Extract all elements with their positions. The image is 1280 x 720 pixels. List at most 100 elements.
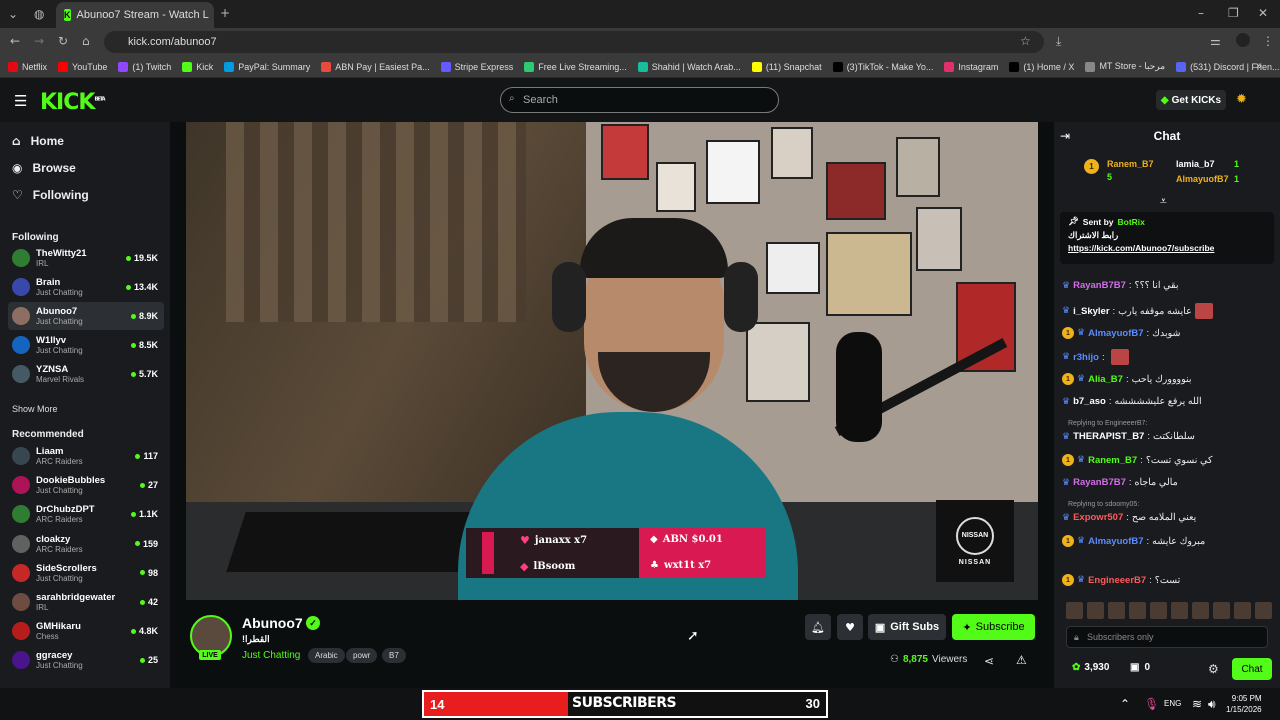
bookmark-item[interactable]: (1) Twitch [118,61,171,72]
reload-icon[interactable]: ↻ [58,34,68,48]
tag-chip[interactable]: powr [346,648,378,663]
download-icon[interactable]: ⤓ [1056,34,1061,49]
tray-arrow-icon[interactable]: ⌃ [1120,697,1130,711]
chat-username[interactable]: RayanB7B7 [1073,477,1126,488]
chat-message[interactable]: ♛ THERAPIST_B7: سلطانكتت [1062,431,1276,442]
leaderboard-name[interactable]: AlmayuofB7 [1176,174,1229,184]
bookmark-star-icon[interactable]: ☆ [1020,34,1031,48]
sidebar-channel[interactable]: SideScrollers Just Chatting 98 [8,559,164,587]
nav-following[interactable]: ♡ Following [12,188,89,202]
home-browser-icon[interactable]: ⌂ [82,34,90,48]
sidebar-channel[interactable]: YZNSA Marvel Rivals 5.7K [8,360,164,388]
chat-message[interactable]: 1 ♛ AlmayuofB7: شوبدك [1062,327,1276,339]
window-close-icon[interactable]: ✕ [1258,6,1268,20]
follow-heart-icon[interactable]: ♥ [837,614,863,640]
chat-message[interactable]: ♛ i_Skyler: عايشه موقفه يارب [1062,303,1276,319]
chat-username[interactable]: b7_aso [1073,396,1106,407]
bookmark-item[interactable]: Stripe Express [440,61,513,72]
pinned-link[interactable]: https://kick.com/Abunoo7/subscribe [1068,243,1266,253]
tag-chip[interactable]: Arabic [308,648,345,663]
search-input[interactable]: ⌕ Search [500,87,779,113]
chat-message[interactable]: ♛ Expowr507: يعني الملامه صح [1062,512,1276,523]
kicks-balance[interactable]: ✿ 3,930 [1072,662,1109,673]
chat-username[interactable]: THERAPIST_B7 [1073,431,1144,442]
chat-input[interactable]: 🔒︎ Subscribers only [1066,626,1268,648]
tag-chip[interactable]: B7 [382,648,406,663]
bookmark-item[interactable]: MT Store - مرحبا [1085,61,1165,72]
nav-browse[interactable]: ◉ Browse [12,161,76,175]
sidebar-channel[interactable]: ggracey Just Chatting 25 [8,646,164,674]
chat-message[interactable]: 1 ♛ EngineeerB7: تست؟ [1062,574,1276,586]
emote[interactable] [1066,602,1083,619]
clock[interactable]: 9:05 PM 1/15/2026 [1226,693,1262,715]
kick-logo[interactable]: KICKBETA [40,90,106,115]
bookmark-item[interactable]: ABN Pay | Easiest Pa... [321,61,430,72]
chat-username[interactable]: Ranem_B7 [1088,455,1137,466]
bookmark-item[interactable]: (1) Home / X [1009,61,1074,72]
get-kicks-button[interactable]: ◆ Get KICKs [1156,90,1226,110]
bookmarks-overflow-icon[interactable]: » [1256,60,1262,72]
globe-icon[interactable]: ◍ [34,7,44,21]
sidebar-channel[interactable]: Brain Just Chatting 13.4K [8,273,164,301]
chat-message[interactable]: ♛ RayanB7B7: بقي انا ؟؟؟ [1062,280,1276,291]
chat-message[interactable]: 1 ♛ Alia_B7: بنوووورك ياحب [1062,373,1276,385]
subscribe-button[interactable]: ✦ Subscribe [952,614,1035,640]
sidebar-channel[interactable]: DrChubzDPT ARC Raiders 1.1K [8,500,164,528]
gift-subs-button[interactable]: ▣ Gift Subs [868,614,946,640]
emote[interactable] [1192,602,1209,619]
video-player[interactable]: ♥ janaxx x7 ◆ lBsoom ◆ ABN $0.01 ♣ wxt1t x7 … [186,122,1038,600]
notification-bell-icon[interactable]: 🔔︎ [805,614,831,640]
settings-gear-icon[interactable]: ⚙ [1208,662,1219,676]
chat-username[interactable]: Expowr507 [1073,512,1123,523]
emote[interactable] [1194,303,1213,319]
emote[interactable] [1171,602,1188,619]
bookmark-item[interactable]: (531) Discord | Frien... [1176,61,1279,72]
sidebar-channel[interactable]: cloakzy ARC Raiders 159 [8,530,164,558]
volume-icon[interactable]: 🔊︎ [1208,697,1216,712]
sidebar-channel[interactable]: DookieBubbles Just Chatting 27 [8,471,164,499]
minimize-icon[interactable]: – [1198,6,1204,20]
pinned-message[interactable]: 📌︎ Sent by BotRix رابط الاشتراك https://… [1060,212,1274,264]
bookmark-item[interactable]: (3)TikTok - Make Yo... [832,61,933,72]
tab-search-icon[interactable]: ⌄ [8,7,18,21]
emote[interactable] [1255,602,1272,619]
language-indicator[interactable]: ENG [1164,699,1181,708]
bookmark-item[interactable]: Free Live Streaming... [524,61,627,72]
chat-message[interactable]: 1 ♛ Ranem_B7: كي نسوي تست؟ [1062,454,1276,466]
emote[interactable] [1108,602,1125,619]
emote[interactable] [1213,602,1230,619]
share-icon[interactable]: ⋖ [984,654,994,668]
menu-dots-icon[interactable]: ⋮ [1262,34,1274,48]
address-bar[interactable]: kick.com/abunoo7 [104,31,1044,53]
chat-username[interactable]: RayanB7B7 [1073,280,1126,291]
sidebar-channel[interactable]: Abunoo7 Just Chatting 8.9K [8,302,164,330]
channel-name[interactable]: Abunoo7 [242,615,303,631]
chat-username[interactable]: r3hijo [1073,352,1099,363]
forward-icon[interactable]: → [34,34,44,48]
nav-home[interactable]: ⌂ Home [12,134,64,148]
chat-message[interactable]: ♛ b7_aso: الله يرفع عليششششه [1062,396,1276,407]
bookmark-item[interactable]: PayPal: Summary [224,61,310,72]
bookmark-item[interactable]: (11) Snapchat [751,61,822,72]
sidebar-channel[interactable]: W1llyv Just Chatting 8.5K [8,331,164,359]
bookmark-item[interactable]: Kick [182,61,213,72]
category-link[interactable]: Just Chatting [242,650,300,661]
profile-avatar-icon[interactable] [1236,33,1250,47]
bookmark-item[interactable]: Shahid | Watch Arab... [637,61,741,72]
chat-username[interactable]: Alia_B7 [1088,374,1123,385]
emote[interactable] [1129,602,1146,619]
emote[interactable] [1234,602,1251,619]
chat-message[interactable]: ♛ r3hijo: [1062,349,1276,365]
chat-username[interactable]: AlmayuofB7 [1088,536,1143,547]
user-avatar-icon[interactable]: ✹ [1236,92,1247,107]
emote[interactable] [1150,602,1167,619]
gifts-balance[interactable]: ▣ 0 [1130,662,1150,673]
send-chat-button[interactable]: Chat [1232,658,1272,680]
chat-username[interactable]: EngineeerB7 [1088,575,1146,586]
chat-message[interactable]: ♛ RayanB7B7: مالي ماجاه [1062,477,1276,488]
bookmark-item[interactable]: Netflix [8,61,47,72]
extensions-icon[interactable]: ⚌ [1210,34,1221,48]
chat-username[interactable]: AlmayuofB7 [1088,328,1143,339]
hamburger-menu-icon[interactable]: ☰ [14,92,27,110]
sidebar-channel[interactable]: Liaam ARC Raiders 117 [8,442,164,470]
